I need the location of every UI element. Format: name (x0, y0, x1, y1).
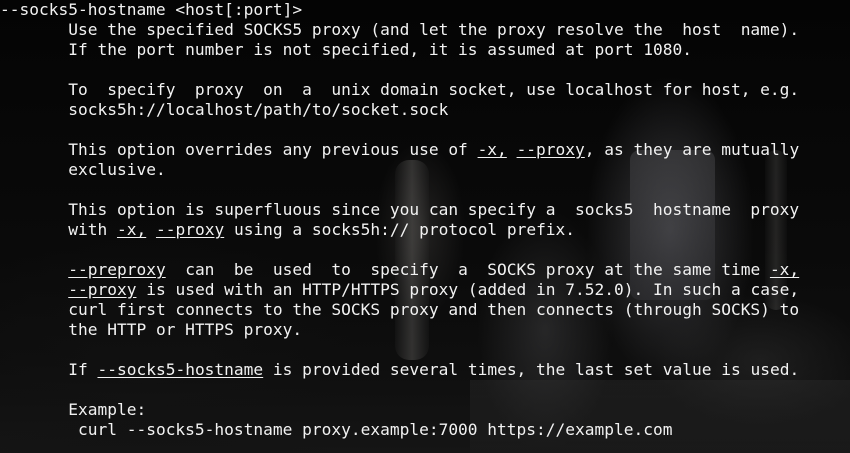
text-span: the HTTP or HTTPS proxy. (68, 320, 303, 339)
text-line: curl first connects to the SOCKS proxy a… (0, 300, 799, 320)
text-line: If the port number is not specified, it … (0, 40, 799, 60)
option-heading: --socks5-hostname <host[:port]> (0, 0, 303, 19)
option-link-proxy[interactable]: --proxy (156, 220, 224, 239)
terminal-window: --socks5-hostname <host[:port]> Use the … (0, 0, 850, 453)
text-line: Example: (0, 400, 799, 420)
text-line: To specify proxy on a unix domain socket… (0, 80, 799, 100)
option-link-socks5-hostname[interactable]: --socks5-hostname (97, 360, 263, 379)
option-link-x[interactable]: -x, (770, 260, 799, 279)
man-page-text: --socks5-hostname <host[:port]> Use the … (0, 0, 799, 440)
example-command: curl --socks5-hostname proxy.example:700… (68, 420, 673, 439)
text-line: This option overrides any previous use o… (0, 140, 799, 160)
text-line: exclusive. (0, 160, 799, 180)
text-span (146, 220, 156, 239)
text-span: To specify proxy on a unix domain socket… (68, 80, 800, 99)
text-line: the HTTP or HTTPS proxy. (0, 320, 799, 340)
option-link-x[interactable]: -x, (478, 140, 507, 159)
text-span: is provided several times, the last set … (263, 360, 800, 379)
text-span: is used with an HTTP/HTTPS proxy (added … (136, 280, 800, 299)
text-span (507, 140, 517, 159)
text-line: with -x, --proxy using a socks5h:// prot… (0, 220, 799, 240)
text-span: using a socks5h:// protocol prefix. (224, 220, 576, 239)
text-span: If the port number is not specified, it … (68, 40, 692, 59)
text-line: --preproxy can be used to specify a SOCK… (0, 260, 799, 280)
text-span: curl first connects to the SOCKS proxy a… (68, 300, 800, 319)
text-span: Use the specified SOCKS5 proxy (and let … (68, 20, 800, 39)
option-link-proxy[interactable]: --proxy (68, 280, 136, 299)
text-line: curl --socks5-hostname proxy.example:700… (0, 420, 799, 440)
text-span: exclusive. (68, 160, 166, 179)
text-span: If (68, 360, 98, 379)
text-line: Use the specified SOCKS5 proxy (and let … (0, 20, 799, 40)
text-line: --proxy is used with an HTTP/HTTPS proxy… (0, 280, 799, 300)
option-link-preproxy[interactable]: --preproxy (68, 260, 165, 279)
text-span: This option is superfluous since you can… (68, 200, 800, 219)
text-span: socks5h://localhost/path/to/socket.sock (68, 100, 449, 119)
text-span: , as they are mutually (584, 140, 800, 159)
text-span: with (68, 220, 117, 239)
example-label: Example: (68, 400, 147, 419)
option-link-proxy[interactable]: --proxy (517, 140, 585, 159)
option-link-x[interactable]: -x, (117, 220, 146, 239)
text-span: This option overrides any previous use o… (68, 140, 478, 159)
text-line: This option is superfluous since you can… (0, 200, 799, 220)
text-line: If --socks5-hostname is provided several… (0, 360, 799, 380)
text-span: can be used to specify a SOCKS proxy at … (165, 260, 770, 279)
text-line: socks5h://localhost/path/to/socket.sock (0, 100, 799, 120)
